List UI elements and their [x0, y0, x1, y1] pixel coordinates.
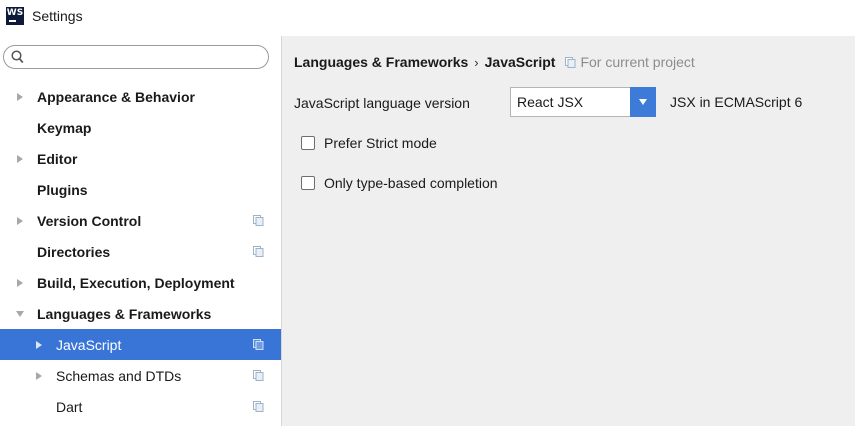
- sidebar-item-label: Directories: [37, 243, 111, 260]
- chevron-right-icon[interactable]: [15, 216, 25, 226]
- sidebar-item-editor[interactable]: Editor: [0, 143, 281, 174]
- search-input[interactable]: [28, 48, 264, 68]
- prefer-strict-mode-checkbox[interactable]: Prefer Strict mode: [301, 132, 437, 154]
- checkbox-box[interactable]: [301, 176, 315, 190]
- breadcrumb-current: JavaScript: [484, 54, 556, 70]
- sidebar-item-schemas-dtds[interactable]: Schemas and DTDs: [0, 360, 281, 391]
- sidebar-item-label: Editor: [37, 150, 78, 167]
- sidebar-item-label: Version Control: [37, 212, 142, 229]
- window-title: Settings: [32, 8, 83, 24]
- sidebar-item-label: Languages & Frameworks: [37, 305, 212, 322]
- settings-sidebar: Appearance & Behavior Keymap Editor Plug…: [0, 36, 282, 426]
- sidebar-item-plugins[interactable]: Plugins: [0, 174, 281, 205]
- breadcrumb: Languages & Frameworks › JavaScript For …: [294, 52, 695, 72]
- sidebar-item-label: Appearance & Behavior: [37, 88, 195, 105]
- scope-note-label: For current project: [580, 54, 695, 70]
- search-icon: [11, 50, 24, 64]
- sidebar-item-javascript[interactable]: JavaScript: [0, 329, 281, 360]
- sidebar-item-directories[interactable]: Directories: [0, 236, 281, 267]
- chevron-down-icon[interactable]: [15, 309, 25, 319]
- search-field[interactable]: [3, 45, 269, 69]
- chevron-down-icon[interactable]: [630, 87, 656, 117]
- project-scope-icon: [253, 215, 264, 226]
- project-scope-icon: [565, 56, 576, 68]
- language-version-dropdown[interactable]: React JSX: [510, 87, 656, 117]
- sidebar-item-label: Keymap: [37, 119, 92, 136]
- language-version-row: JavaScript language version React JSX JS…: [294, 87, 802, 119]
- language-version-label: JavaScript language version: [294, 95, 470, 111]
- breadcrumb-separator: ›: [474, 54, 479, 70]
- checkbox-label: Only type-based completion: [324, 175, 498, 191]
- sidebar-item-appearance-behavior[interactable]: Appearance & Behavior: [0, 81, 281, 112]
- checkbox-label: Prefer Strict mode: [324, 135, 437, 151]
- chevron-right-icon[interactable]: [34, 371, 44, 381]
- scope-note: For current project: [565, 54, 695, 70]
- webstorm-logo-icon: WS: [6, 7, 24, 25]
- sidebar-item-label: Build, Execution, Deployment: [37, 274, 235, 291]
- project-scope-icon: [253, 339, 264, 350]
- sidebar-item-build-execution-deployment[interactable]: Build, Execution, Deployment: [0, 267, 281, 298]
- chevron-right-icon[interactable]: [34, 340, 44, 350]
- chevron-right-icon[interactable]: [15, 278, 25, 288]
- sidebar-item-dart[interactable]: Dart: [0, 391, 281, 422]
- chevron-right-icon[interactable]: [15, 154, 25, 164]
- sidebar-item-label: Plugins: [37, 181, 88, 198]
- project-scope-icon: [253, 370, 264, 381]
- sidebar-item-label: JavaScript: [56, 336, 122, 353]
- only-type-based-completion-checkbox[interactable]: Only type-based completion: [301, 172, 498, 194]
- sidebar-item-keymap[interactable]: Keymap: [0, 112, 281, 143]
- settings-content-panel: Languages & Frameworks › JavaScript For …: [282, 36, 855, 426]
- sidebar-item-languages-frameworks[interactable]: Languages & Frameworks: [0, 298, 281, 329]
- title-bar: WS Settings: [0, 0, 855, 32]
- language-version-value: React JSX: [517, 94, 584, 110]
- breadcrumb-parent[interactable]: Languages & Frameworks: [294, 54, 468, 70]
- language-version-note: JSX in ECMAScript 6: [670, 94, 803, 110]
- checkbox-box[interactable]: [301, 136, 315, 150]
- sidebar-item-label: Schemas and DTDs: [56, 367, 182, 384]
- project-scope-icon: [253, 401, 264, 412]
- project-scope-icon: [253, 246, 264, 257]
- sidebar-item-version-control[interactable]: Version Control: [0, 205, 281, 236]
- sidebar-item-label: Dart: [56, 398, 83, 415]
- chevron-right-icon[interactable]: [15, 92, 25, 102]
